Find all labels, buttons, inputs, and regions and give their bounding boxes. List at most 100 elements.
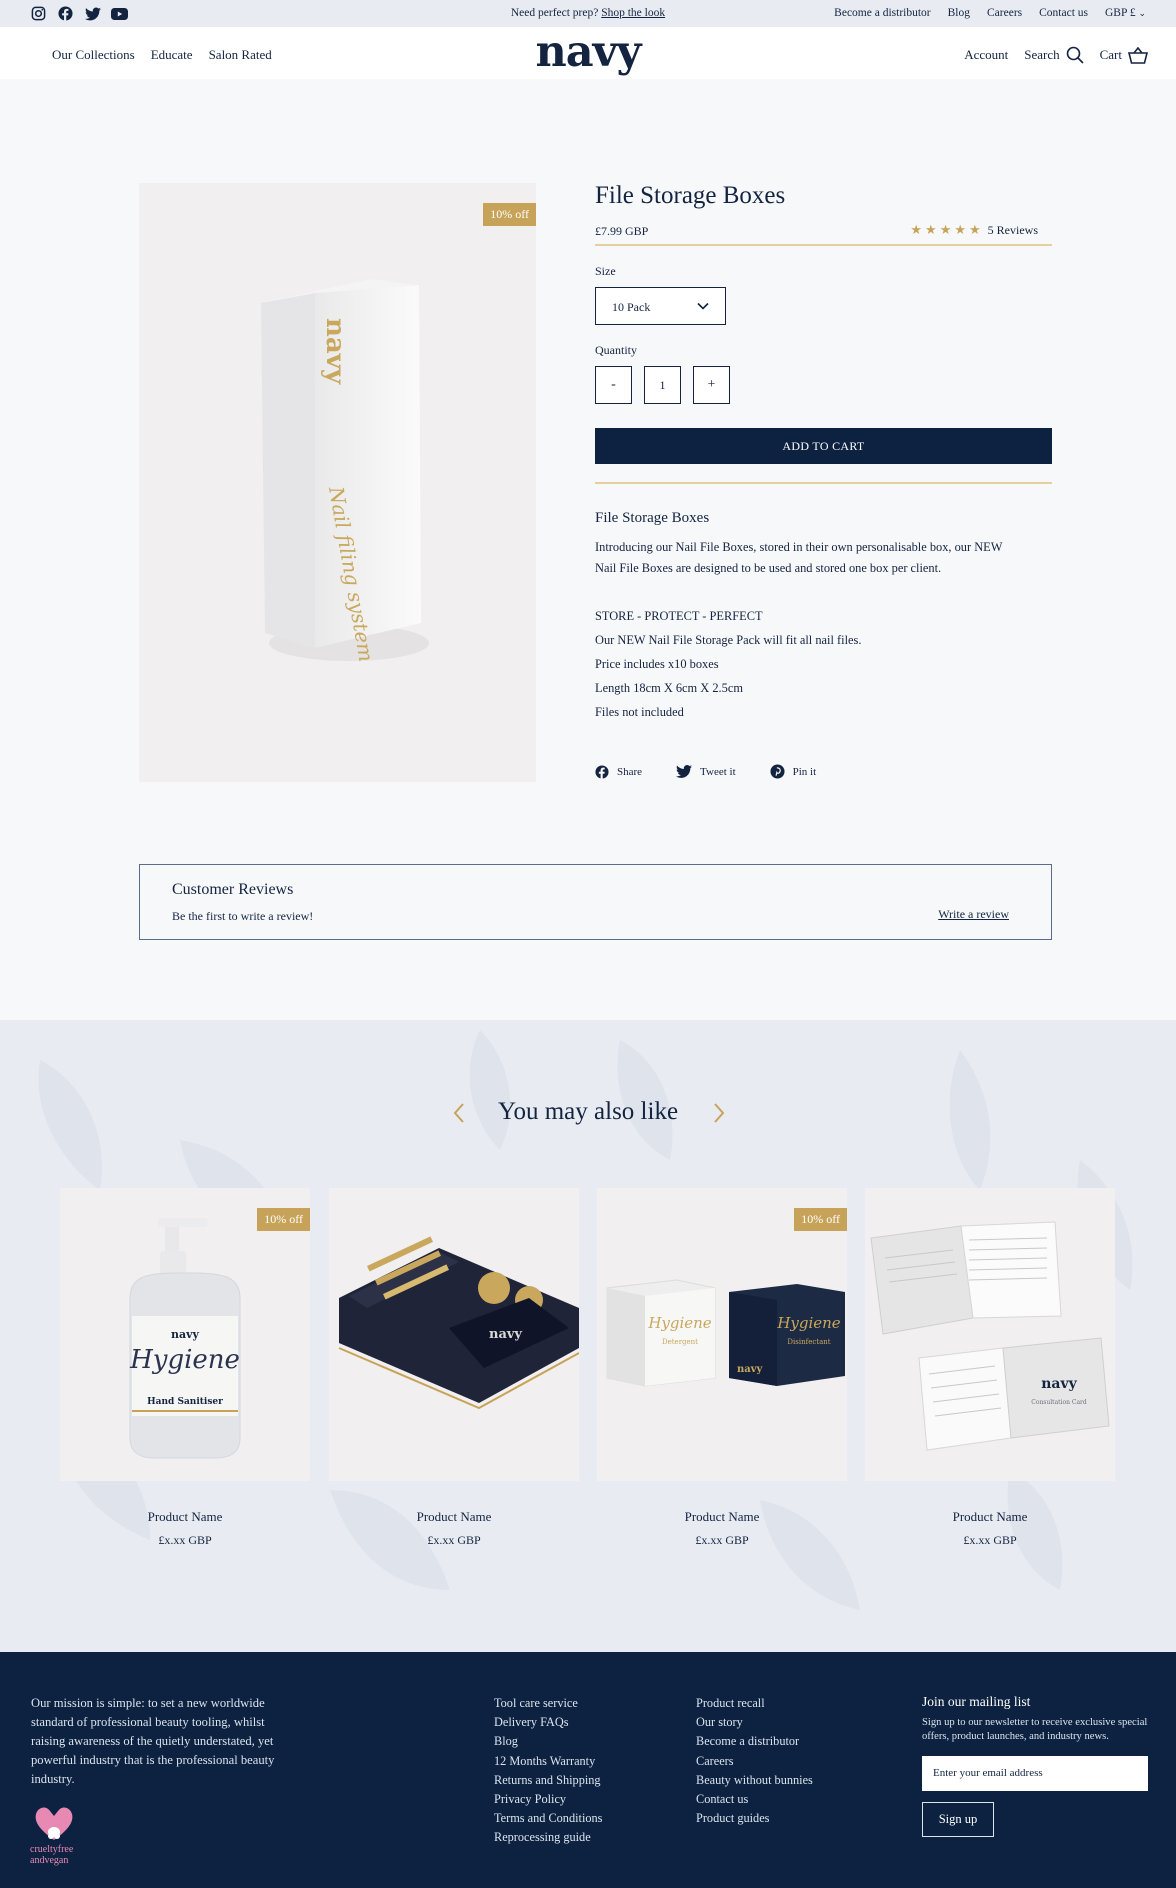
signup-button[interactable]: Sign up [922, 1802, 994, 1837]
decrease-quantity-button[interactable]: - [595, 366, 632, 404]
share-facebook-button[interactable]: Share [595, 764, 643, 779]
search-button[interactable]: Search [1024, 46, 1084, 64]
product-card-name: Product Name [684, 1509, 760, 1524]
reviews-title: Customer Reviews [172, 881, 294, 898]
mailing-list: Join our mailing list Sign up to our new… [922, 1694, 1148, 1837]
vegan-text: andvegan [30, 1855, 69, 1866]
share-label: Share [617, 765, 643, 778]
chevron-down-icon: ⌄ [1138, 8, 1146, 18]
product-card-price: £x.xx GBP [963, 1533, 1017, 1547]
email-input[interactable]: Enter your email address [922, 1756, 1148, 1791]
product-card[interactable]: navy Hygiene Hand Sanitiser 10% off Prod… [60, 1188, 310, 1548]
footer-link[interactable]: Terms and Conditions [494, 1809, 602, 1828]
cart-button[interactable]: Cart [1099, 46, 1148, 64]
box-left-text: Detergent [662, 1338, 698, 1346]
product-info: File Storage Boxes £7.99 GBP ★★★★★ 5 Rev… [595, 180, 1052, 779]
search-icon [1066, 46, 1084, 64]
footer-link[interactable]: Privacy Policy [494, 1790, 602, 1809]
blog-link[interactable]: Blog [948, 7, 970, 19]
footer-link[interactable]: Product recall [696, 1694, 813, 1713]
box-right-text: Disinfectant [787, 1338, 830, 1346]
discount-badge: 10% off [794, 1208, 847, 1231]
site-header: Our Collections Educate Salon Rated navy… [0, 27, 1176, 79]
share-pinterest-button[interactable]: Pin it [770, 764, 816, 779]
announcement-bar: Need perfect prep? Shop the look Become … [0, 0, 1176, 27]
card-sub-text: Consultation Card [1031, 1399, 1087, 1406]
write-review-link[interactable]: Write a review [938, 907, 1009, 922]
footer-link[interactable]: Tool care service [494, 1694, 602, 1713]
hand-sanitiser-illustration: navy Hygiene Hand Sanitiser [129, 1218, 241, 1459]
careers-link[interactable]: Careers [987, 7, 1022, 19]
product-card-name: Product Name [147, 1509, 223, 1524]
footer-links-column: Tool care service Delivery FAQs Blog 12 … [494, 1694, 602, 1848]
description-title: File Storage Boxes [595, 510, 710, 526]
footer-link[interactable]: Reprocessing guide [494, 1828, 602, 1847]
increase-quantity-button[interactable]: + [693, 366, 730, 404]
footer-link[interactable]: Beauty without bunnies [696, 1771, 813, 1790]
add-to-cart-button[interactable]: ADD TO CART [595, 428, 1052, 464]
bottle-sub-text: Hand Sanitiser [147, 1397, 223, 1407]
product-card-price: £x.xx GBP [695, 1533, 749, 1547]
reviews-count: 5 Reviews [987, 222, 1038, 237]
site-footer: Our mission is simple: to set a new worl… [0, 1652, 1176, 1888]
product-card-price: £x.xx GBP [427, 1533, 481, 1547]
chevron-down-icon [697, 302, 709, 310]
account-link[interactable]: Account [964, 47, 1008, 63]
next-arrow[interactable] [712, 1102, 726, 1130]
customer-reviews: Customer Reviews Be the first to write a… [139, 864, 1052, 940]
cruelty-free-text: crueltyfree [30, 1844, 74, 1855]
share-twitter-button[interactable]: Tweet it [676, 765, 736, 778]
pinterest-icon [770, 764, 785, 779]
utility-links: Become a distributor Blog Careers Contac… [834, 7, 1146, 19]
product-card[interactable]: navy Consultation Card Product Name £x.x… [865, 1188, 1115, 1548]
box-title-text: Hygiene [776, 1314, 840, 1332]
product-price: £7.99 GBP [595, 224, 649, 238]
reviews-empty-text: Be the first to write a review! [172, 909, 314, 923]
footer-link[interactable]: Blog [494, 1732, 602, 1751]
footer-link[interactable]: Delivery FAQs [494, 1713, 602, 1732]
box-brand-text: navy [737, 1364, 764, 1375]
discount-badge: 10% off [483, 203, 536, 226]
product-card-name: Product Name [416, 1509, 492, 1524]
contact-link[interactable]: Contact us [1039, 7, 1088, 19]
price-row: £7.99 GBP ★★★★★ 5 Reviews [595, 218, 1052, 244]
tool-case-illustration: navy [338, 1236, 579, 1410]
product-card-image: navy Hygiene Hand Sanitiser 10% off [60, 1188, 310, 1481]
bottle-brand-text: navy [171, 1328, 200, 1341]
product-card[interactable]: Hygiene Detergent Hygiene Disinfectant n… [597, 1188, 847, 1548]
footer-link[interactable]: Product guides [696, 1809, 813, 1828]
currency-label: GBP £ [1105, 7, 1136, 19]
product-description: Introducing our Nail File Boxes, stored … [595, 537, 1052, 724]
rating-summary[interactable]: ★★★★★ 5 Reviews [910, 222, 1038, 238]
case-brand-text: navy [489, 1327, 522, 1342]
star-rating-icon: ★★★★★ [910, 222, 984, 237]
product-card[interactable]: navy Product Name £x.xx GBP [329, 1188, 579, 1548]
related-heading: You may also like [497, 1098, 679, 1125]
related-products: You may also like navy Hygiene Hand Sani… [0, 1020, 1176, 1652]
product-image[interactable]: 10% off navy Nail filing system [139, 183, 536, 782]
box-brand-text: navy [320, 318, 350, 385]
shop-the-look-link[interactable]: Shop the look [601, 7, 665, 19]
chevron-right-icon [714, 1103, 725, 1123]
size-select[interactable]: 10 Pack [595, 287, 726, 325]
mailing-list-title: Join our mailing list [922, 1694, 1031, 1709]
quantity-label: Quantity [595, 343, 637, 357]
footer-link[interactable]: Contact us [696, 1790, 813, 1809]
cart-label: Cart [1099, 47, 1122, 62]
facebook-icon [595, 764, 609, 779]
currency-selector[interactable]: GBP £ ⌄ [1105, 7, 1146, 19]
twitter-icon [676, 765, 693, 778]
footer-link[interactable]: 12 Months Warranty [494, 1752, 602, 1771]
footer-link[interactable]: Become a distributor [696, 1732, 813, 1751]
discount-badge: 10% off [257, 1208, 310, 1231]
footer-link[interactable]: Returns and Shipping [494, 1771, 602, 1790]
distributor-link[interactable]: Become a distributor [834, 7, 930, 19]
size-label: Size [595, 264, 616, 278]
footer-link[interactable]: Careers [696, 1752, 813, 1771]
box-title-text: Hygiene [647, 1314, 711, 1332]
product-card-image: navy [329, 1188, 579, 1481]
product-card-image: Hygiene Detergent Hygiene Disinfectant n… [597, 1188, 847, 1481]
hygiene-boxes-illustration: Hygiene Detergent Hygiene Disinfectant n… [606, 1279, 845, 1387]
quantity-input[interactable]: 1 [644, 366, 681, 404]
footer-link[interactable]: Our story [696, 1713, 813, 1732]
